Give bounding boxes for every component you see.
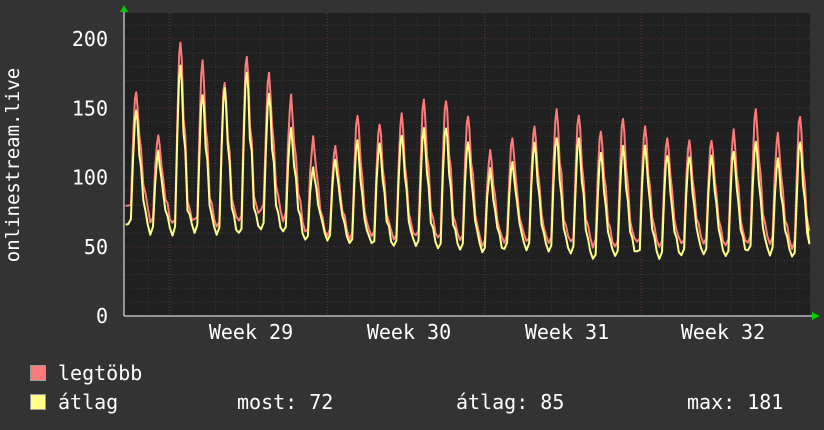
stat-now-value: 72 bbox=[309, 390, 334, 414]
x-tick-label: Week 32 bbox=[681, 320, 765, 344]
legend-item-max: legtöbb bbox=[30, 361, 142, 385]
x-tick-label: Week 31 bbox=[525, 320, 609, 344]
x-tick-label: Week 30 bbox=[367, 320, 451, 344]
y-axis-label: onlinestream.live bbox=[2, 68, 24, 262]
legend-label-avg: átlag bbox=[58, 390, 119, 414]
y-axis-arrow-icon bbox=[120, 5, 128, 12]
legend-item-avg: átlag bbox=[30, 390, 118, 414]
stat-now-label: most: bbox=[237, 390, 298, 414]
stat-avg-value: 85 bbox=[540, 390, 565, 414]
stat-max-value: 181 bbox=[747, 390, 784, 414]
stat-max: max: 181 bbox=[687, 390, 783, 414]
y-tick-labels: 0 50 100 150 200 bbox=[72, 27, 108, 328]
y-tick-label: 0 bbox=[96, 304, 108, 328]
stat-max-label: max: bbox=[687, 390, 736, 414]
stat-now: most: 72 bbox=[237, 390, 333, 414]
y-tick-label: 200 bbox=[72, 27, 108, 51]
x-tick-label: Week 29 bbox=[209, 320, 293, 344]
x-tick-labels: Week 29 Week 30 Week 31 Week 32 bbox=[209, 320, 765, 344]
stat-avg-label: átlag: bbox=[456, 390, 529, 414]
y-tick-label: 150 bbox=[72, 96, 108, 120]
y-tick-label: 100 bbox=[72, 166, 108, 190]
legend-swatch-max bbox=[30, 365, 46, 381]
y-tick-label: 50 bbox=[84, 235, 108, 259]
stat-avg: átlag: 85 bbox=[456, 390, 564, 414]
x-axis-arrow-icon bbox=[812, 312, 820, 320]
legend-swatch-avg bbox=[30, 394, 46, 410]
legend-label-max: legtöbb bbox=[58, 361, 143, 385]
